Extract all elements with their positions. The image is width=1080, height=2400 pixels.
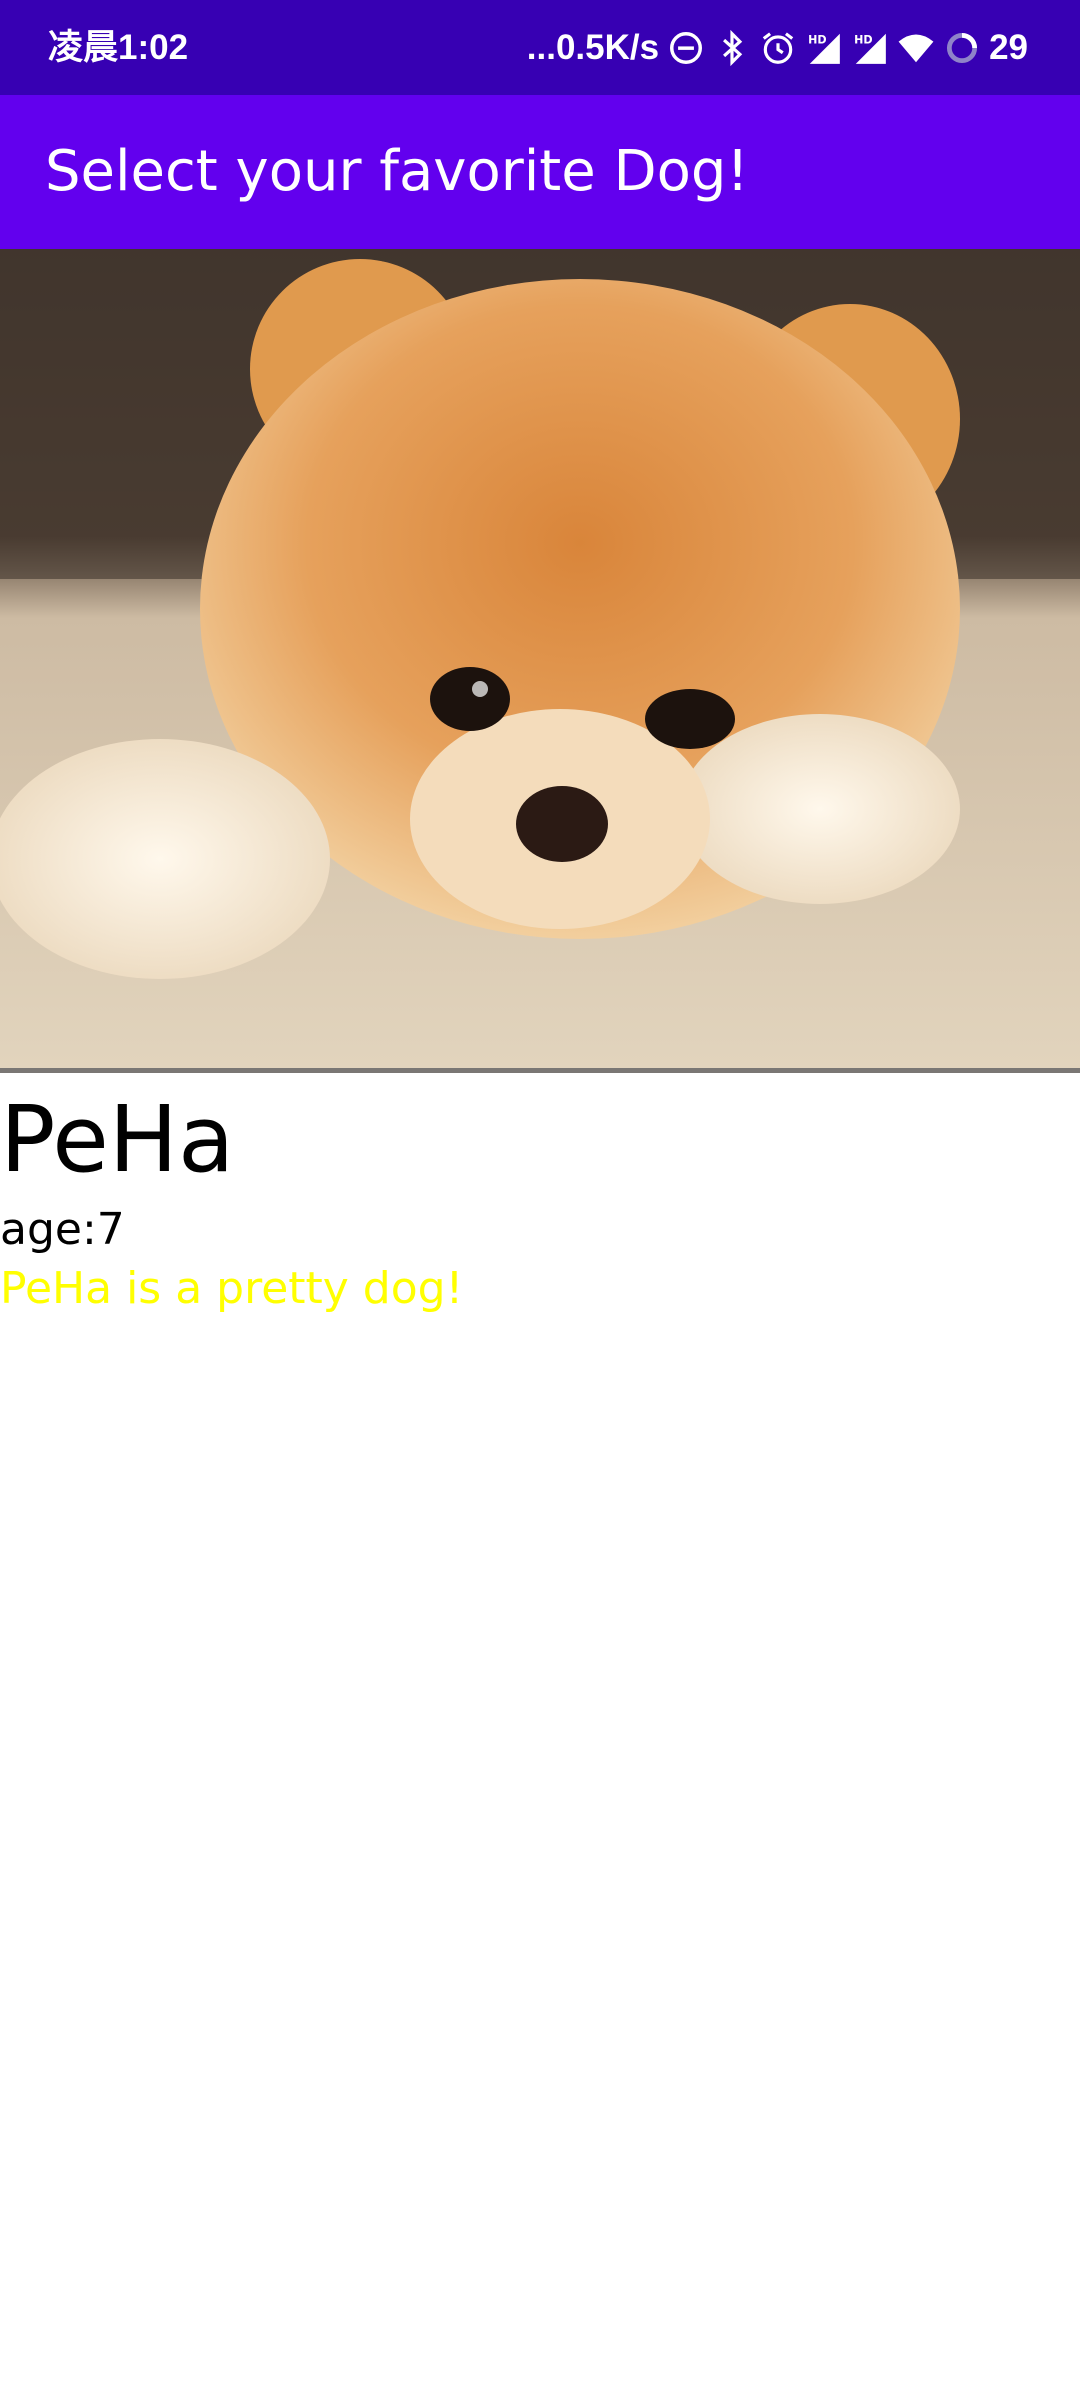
dog-image <box>0 249 1080 1069</box>
hd-signal-icon: HD <box>805 29 843 67</box>
hd-signal-icon: HD <box>851 29 889 67</box>
dog-name: PeHa <box>0 1086 235 1193</box>
dog-description: PeHa is a pretty dog! <box>0 1263 464 1314</box>
network-speed: ...0.5K/s <box>526 27 660 67</box>
svg-text:HD: HD <box>808 33 826 46</box>
battery-level: 29 <box>989 27 1028 67</box>
status-time: 凌晨1:02 <box>48 28 189 67</box>
dnd-icon <box>667 29 705 67</box>
status-icons: ...0.5K/s HD HD 29 <box>527 0 1028 95</box>
image-divider <box>0 1068 1080 1073</box>
battery-icon <box>943 29 981 67</box>
wifi-icon <box>897 29 935 67</box>
app-bar: Select your favorite Dog! <box>0 95 1080 249</box>
app-title: Select your favorite Dog! <box>45 139 749 204</box>
bluetooth-icon <box>713 29 751 67</box>
alarm-icon <box>759 29 797 67</box>
svg-text:HD: HD <box>854 33 872 46</box>
dog-age: age:7 <box>0 1204 125 1255</box>
status-bar: 凌晨1:02 ...0.5K/s HD HD 29 <box>0 0 1080 95</box>
